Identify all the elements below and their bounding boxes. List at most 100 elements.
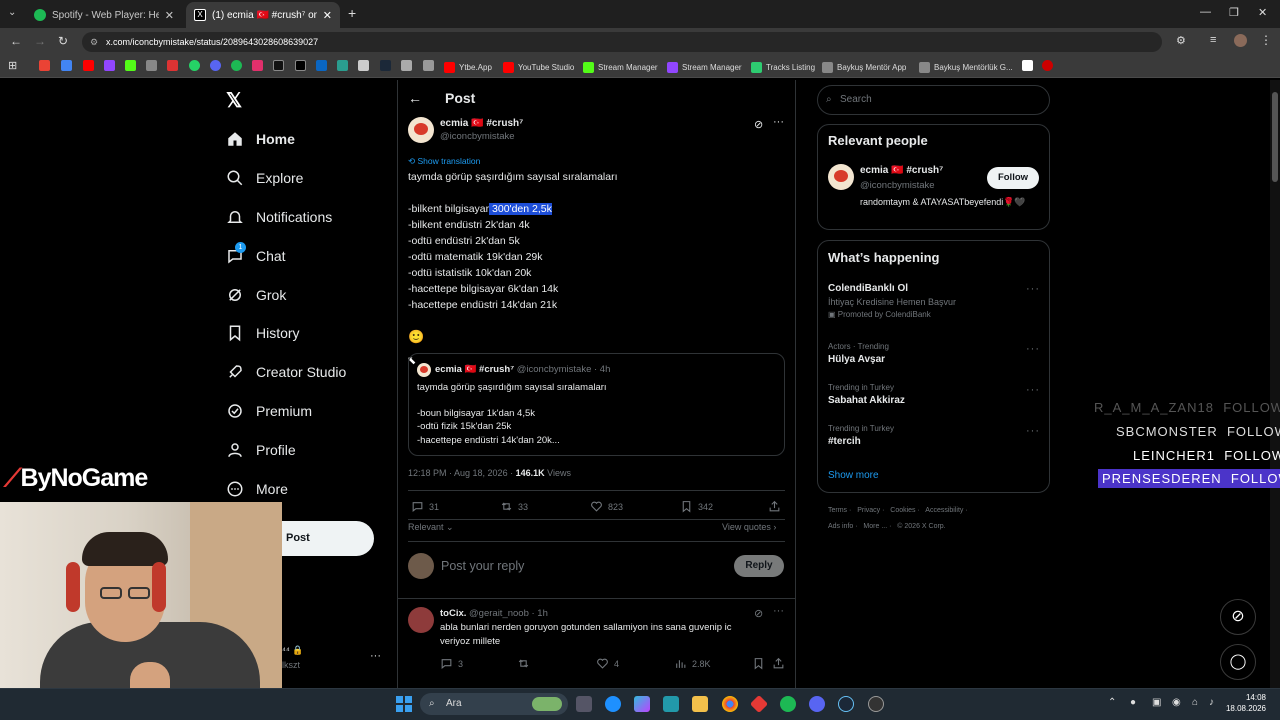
bookmark-ytbe[interactable]: Ytbe.App (444, 60, 492, 74)
reply-avatar[interactable] (408, 607, 434, 633)
kick-icon[interactable] (125, 60, 136, 71)
windows-start-icon[interactable] (396, 696, 412, 712)
footer-link[interactable]: Privacy (857, 507, 880, 514)
nav-explore[interactable]: Explore (226, 166, 303, 190)
tray-icon[interactable]: ◉ (1172, 697, 1181, 708)
tab-x-post[interactable]: X (1) ecmia 🇹🇷 #crush⁷ on X: "tay ✕ (186, 2, 340, 28)
footer-link[interactable]: More ... (863, 523, 887, 530)
bookmark-icon[interactable] (401, 60, 412, 71)
reply-author[interactable]: toCix. @gerait_noob · 1h (440, 608, 548, 619)
bookmark-stream-manager-kick[interactable]: Stream Manager (583, 60, 658, 74)
taskbar-search[interactable]: ⌕ Ara (420, 693, 568, 715)
linkedin-icon[interactable] (316, 60, 327, 71)
tiktok-icon[interactable] (273, 60, 284, 71)
tray-icon[interactable]: ● (1130, 697, 1136, 708)
relevant-handle[interactable]: @iconcbymistake (860, 180, 935, 191)
repost-action[interactable]: 33 (500, 500, 528, 513)
tab-spotify[interactable]: Spotify - Web Player: Herkes içi ✕ (26, 2, 182, 28)
reply-like-action[interactable]: 4 (596, 657, 619, 670)
reply-input[interactable]: Post your reply (441, 559, 524, 573)
file-explorer-icon[interactable] (692, 696, 708, 712)
steam-icon[interactable] (838, 696, 854, 712)
bookmark-stream-manager-twitch[interactable]: Stream Manager (667, 60, 742, 74)
reply-repost-action[interactable] (517, 657, 535, 670)
spotify-icon[interactable] (231, 60, 242, 71)
grok-icon[interactable]: ⊘ (754, 607, 763, 620)
footer-link[interactable]: Cookies (890, 507, 915, 514)
media-icon[interactable]: ≡ (1210, 34, 1216, 46)
avatar[interactable] (828, 164, 854, 190)
forward-icon[interactable]: → (34, 34, 46, 48)
instagram-icon[interactable] (252, 60, 263, 71)
nav-more[interactable]: More (226, 477, 288, 501)
more-options-icon[interactable]: ··· (1026, 343, 1040, 355)
like-action[interactable]: 823 (590, 500, 623, 513)
bookmark-baykus-app[interactable]: Baykuş Mentör App (822, 60, 906, 74)
chrome-icon[interactable] (722, 696, 738, 712)
site-info-icon[interactable]: ⚙ (90, 32, 98, 52)
copilot-icon[interactable] (634, 696, 650, 712)
nav-notifications[interactable]: Notifications (226, 205, 332, 229)
back-arrow-icon[interactable]: ← (408, 90, 422, 106)
maximize-icon[interactable]: ❐ (1229, 6, 1239, 19)
extensions-icon[interactable]: ⚙ (1176, 34, 1186, 47)
nav-profile[interactable]: Profile (226, 438, 296, 462)
tab-search-icon[interactable]: ⌄ (8, 7, 16, 18)
taskbar-clock[interactable]: 14:08 18.08.2026 (1224, 693, 1266, 713)
reply-bookmark-action[interactable] (752, 657, 770, 670)
reply-reply-action[interactable]: 3 (440, 657, 463, 670)
close-tab-icon[interactable]: ✕ (323, 9, 332, 22)
bookmark-icon[interactable] (337, 60, 348, 71)
grok-icon[interactable]: ⊘ (754, 118, 763, 131)
reply-button[interactable]: Reply (734, 555, 784, 577)
youtube-icon[interactable] (83, 60, 94, 71)
grok-floating-button[interactable]: ⊘ (1220, 599, 1256, 635)
url-field[interactable]: ⚙ x.com/iconcbymistake/status/2089643028… (82, 32, 1162, 52)
show-more-link[interactable]: Show more (828, 470, 879, 481)
nav-grok[interactable]: Grok (226, 283, 286, 307)
discord-icon[interactable] (809, 696, 825, 712)
x-logo-icon[interactable]: 𝕏 (226, 88, 242, 113)
reply-views-action[interactable]: 2.8K (674, 657, 711, 670)
discord-icon[interactable] (210, 60, 221, 71)
more-options-icon[interactable]: ··· (1026, 283, 1040, 295)
bookmark-tracks-listing[interactable]: Tracks Listing (751, 60, 815, 74)
avatar[interactable] (408, 117, 434, 143)
author-name[interactable]: ecmia 🇹🇷 #crush⁷ (440, 118, 523, 129)
nav-history[interactable]: History (226, 321, 300, 345)
bookmark-action[interactable]: 342 (680, 500, 713, 513)
trend-item[interactable]: Actors · Trending Hülya Avşar (828, 342, 889, 365)
whatsapp-icon[interactable] (189, 60, 200, 71)
bookmark-icon[interactable] (1022, 60, 1033, 71)
bookmark-youtube-studio[interactable]: YouTube Studio (503, 60, 574, 74)
back-icon[interactable]: ← (10, 34, 22, 48)
footer-link[interactable]: Terms (828, 507, 847, 514)
profile-avatar[interactable] (1234, 34, 1247, 47)
author-handle[interactable]: @iconcbymistake (440, 131, 515, 142)
store-icon[interactable] (663, 696, 679, 712)
share-action[interactable] (768, 500, 786, 513)
search-input[interactable]: ⌕ Search (817, 85, 1050, 115)
x-icon[interactable] (295, 60, 306, 71)
apps-icon[interactable]: ⊞ (8, 59, 17, 72)
show-translation-link[interactable]: ⟲ Show translation (408, 156, 480, 167)
tray-chevron-icon[interactable]: ⌃ (1108, 697, 1116, 708)
close-tab-icon[interactable]: ✕ (165, 9, 174, 22)
network-icon[interactable]: ⌂ (1192, 697, 1198, 708)
bookmark-icon[interactable] (1042, 60, 1053, 71)
follow-button[interactable]: Follow (987, 167, 1039, 189)
more-options-icon[interactable]: ··· (773, 116, 784, 128)
spotify-icon[interactable] (780, 696, 796, 712)
trend-item[interactable]: Trending in Turkey Sabahat Akkiraz (828, 383, 905, 406)
menu-icon[interactable]: ⋮ (1260, 33, 1272, 47)
reply-action[interactable]: 31 (411, 500, 439, 513)
volume-icon[interactable]: ♪ (1209, 697, 1214, 708)
help-icon[interactable] (605, 696, 621, 712)
more-options-icon[interactable]: ··· (1026, 384, 1040, 396)
more-options-icon[interactable]: ··· (773, 605, 784, 617)
account-menu-icon[interactable]: ··· (370, 650, 381, 662)
bookmark-icon[interactable] (423, 60, 434, 71)
bookmark-baykus-g[interactable]: Baykuş Mentörlük G... (919, 60, 1013, 74)
new-tab-icon[interactable]: + (348, 5, 356, 21)
app-icon[interactable] (868, 696, 884, 712)
